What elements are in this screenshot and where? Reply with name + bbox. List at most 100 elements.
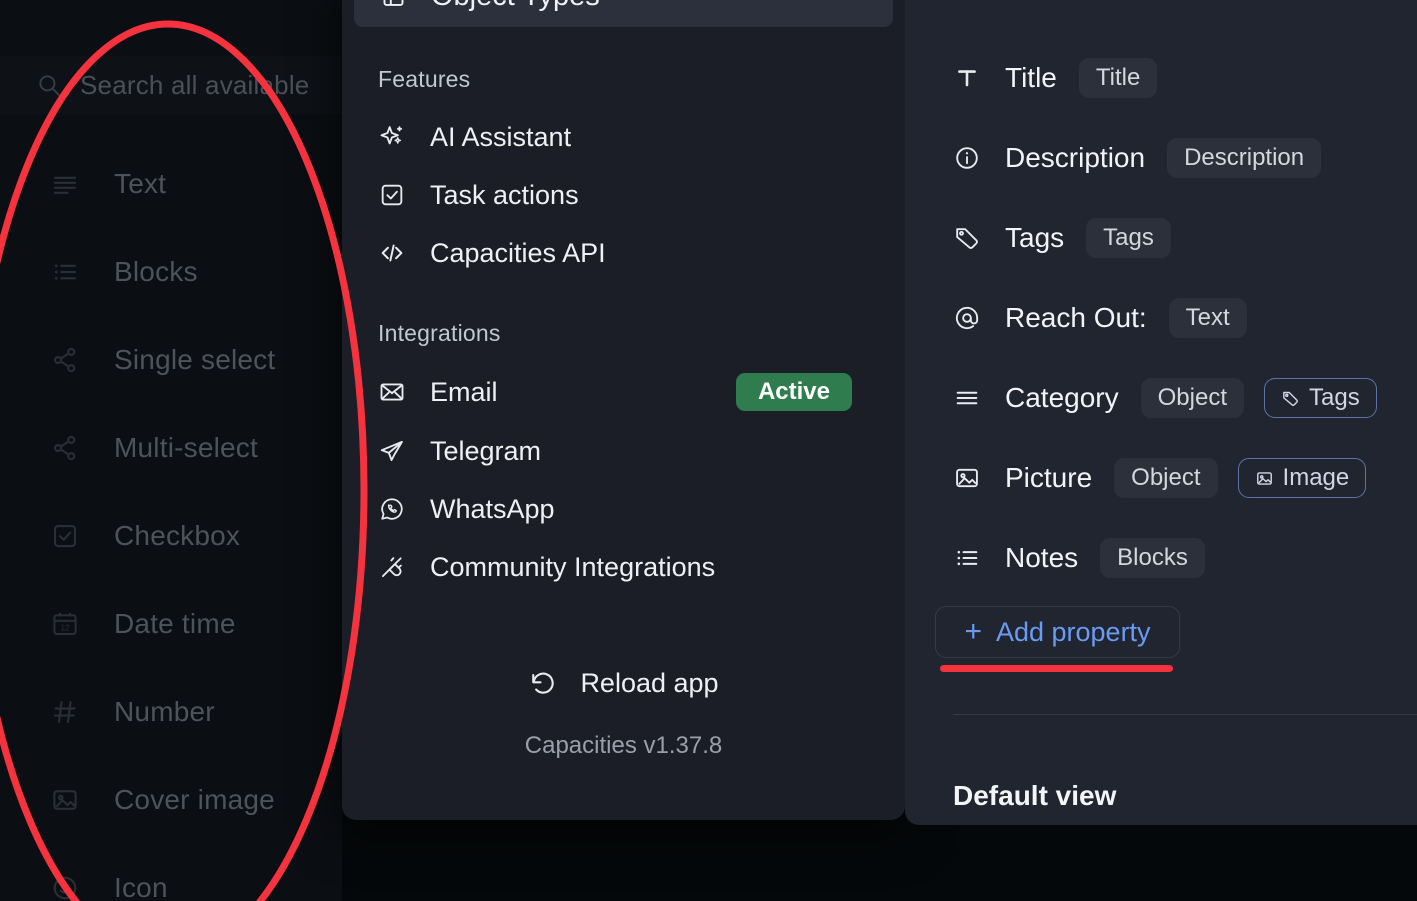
property-type-label: Blocks (114, 256, 198, 287)
property-type-item-cover-image[interactable]: Cover image (0, 756, 342, 844)
svg-text:12: 12 (60, 624, 70, 633)
menu-item-label: Community Integrations (430, 551, 716, 582)
menu-item-telegram[interactable]: Telegram (366, 425, 886, 477)
property-type-label: Multi-select (114, 432, 258, 463)
property-row-title[interactable]: Title Title (953, 55, 1158, 101)
property-row-notes[interactable]: Notes Blocks (953, 535, 1205, 581)
envelope-icon (378, 378, 406, 406)
text-lines-icon (50, 169, 80, 199)
calendar-icon: 12 (50, 609, 80, 639)
menu-item-label: Email (430, 376, 498, 407)
menu-item-object-types[interactable]: Object Types (354, 0, 893, 27)
property-name: Notes (1005, 542, 1079, 573)
menu-item-community-integrations[interactable]: Community Integrations (366, 541, 886, 593)
property-type-item-checkbox[interactable]: Checkbox (0, 492, 342, 580)
add-property-button[interactable]: + Add property (935, 606, 1180, 658)
property-name: Description (1005, 142, 1146, 173)
property-name: Category (1005, 382, 1119, 413)
screen: Search all available Text Blocks Single … (0, 0, 1417, 901)
hash-icon (50, 697, 80, 727)
status-badge: Active (735, 373, 852, 411)
menu-item-ai-assistant[interactable]: AI Assistant (366, 111, 886, 163)
section-heading-integrations: Integrations (378, 320, 501, 346)
property-row-picture[interactable]: Picture Object Image (953, 455, 1367, 501)
property-collection-chip-label: Tags (1309, 384, 1360, 411)
property-type-chip[interactable]: Text (1168, 298, 1247, 338)
section-divider (953, 714, 1417, 715)
bullet-list-icon (953, 544, 981, 572)
plus-icon: + (964, 615, 982, 648)
search-input[interactable]: Search all available (80, 70, 309, 101)
property-type-chip[interactable]: Object (1114, 458, 1218, 498)
section-heading-features: Features (378, 66, 471, 92)
title-t-icon (953, 64, 981, 92)
property-type-label: Single select (114, 344, 276, 375)
checkbox-icon (378, 181, 406, 209)
property-type-item-date-time[interactable]: 12 Date time (0, 580, 342, 668)
app-version-label: Capacities v1.37.8 (524, 732, 723, 759)
tag-icon (953, 224, 981, 252)
property-name: Picture (1005, 462, 1093, 493)
menu-item-label: Capacities API (430, 237, 606, 268)
add-property-label: Add property (995, 616, 1151, 647)
search-icon (36, 72, 62, 98)
property-type-picker-panel: Search all available Text Blocks Single … (0, 0, 342, 901)
property-type-label: Icon (114, 872, 168, 901)
telegram-icon (378, 437, 406, 465)
object-types-icon (380, 0, 407, 10)
property-type-item-text[interactable]: Text (0, 140, 342, 228)
image-icon (953, 464, 981, 492)
property-type-chip[interactable]: Title (1078, 58, 1158, 98)
search-row[interactable]: Search all available (0, 56, 342, 114)
settings-popover: Object Types Features AI Assistant (342, 0, 905, 820)
menu-item-email[interactable]: Email Active (366, 366, 886, 418)
menu-item-label: Telegram (430, 435, 542, 466)
reload-app-button[interactable]: Reload app (342, 660, 905, 706)
plug-icon (378, 553, 406, 581)
property-type-chip[interactable]: Blocks (1100, 538, 1205, 578)
reload-app-label: Reload app (580, 667, 719, 698)
property-type-item-blocks[interactable]: Blocks (0, 228, 342, 316)
property-type-label: Checkbox (114, 520, 241, 551)
property-row-reach-out[interactable]: Reach Out: Text (953, 295, 1247, 341)
property-type-chip[interactable]: Object (1140, 378, 1244, 418)
image-icon (50, 785, 80, 815)
property-type-label: Text (114, 168, 167, 199)
menu-item-task-actions[interactable]: Task actions (366, 169, 886, 221)
property-row-category[interactable]: Category Object Tags (953, 375, 1377, 421)
menu-item-label: Object Types (431, 0, 600, 13)
property-row-tags[interactable]: Tags Tags (953, 215, 1171, 261)
at-icon (953, 304, 981, 332)
property-type-item-single-select[interactable]: Single select (0, 316, 342, 404)
property-type-list: Text Blocks Single select Multi-select C… (0, 140, 342, 901)
property-collection-chip[interactable]: Image (1237, 458, 1367, 498)
property-collection-chip[interactable]: Tags (1264, 378, 1377, 418)
image-icon (1255, 469, 1274, 488)
property-collection-chip-label: Image (1282, 464, 1350, 491)
property-type-chip[interactable]: Description (1167, 138, 1322, 178)
bullet-list-icon (50, 257, 80, 287)
code-icon (378, 239, 406, 267)
property-row-description[interactable]: Description Description (953, 135, 1322, 181)
object-type-properties-panel: Title Title Description Description Tags (905, 0, 1417, 825)
checkbox-icon (50, 521, 80, 551)
smiley-icon (50, 873, 80, 901)
menu-item-capacities-api[interactable]: Capacities API (366, 227, 886, 279)
property-type-item-multi-select[interactable]: Multi-select (0, 404, 342, 492)
reload-icon (528, 668, 558, 698)
default-view-heading: Default view (953, 780, 1117, 811)
share-nodes-icon (50, 433, 80, 463)
menu-item-label: Task actions (430, 179, 579, 210)
menu-item-whatsapp[interactable]: WhatsApp (366, 483, 886, 535)
property-type-label: Cover image (114, 784, 275, 815)
sparkle-icon (378, 123, 406, 151)
property-type-item-number[interactable]: Number (0, 668, 342, 756)
whatsapp-icon (378, 495, 406, 523)
property-type-chip[interactable]: Tags (1086, 218, 1171, 258)
property-type-item-icon[interactable]: Icon (0, 844, 342, 901)
property-name: Title (1005, 62, 1057, 93)
property-name: Reach Out: (1005, 302, 1147, 333)
menu-lines-icon (953, 384, 981, 412)
info-circle-icon (953, 144, 981, 172)
tag-icon (1281, 389, 1300, 408)
